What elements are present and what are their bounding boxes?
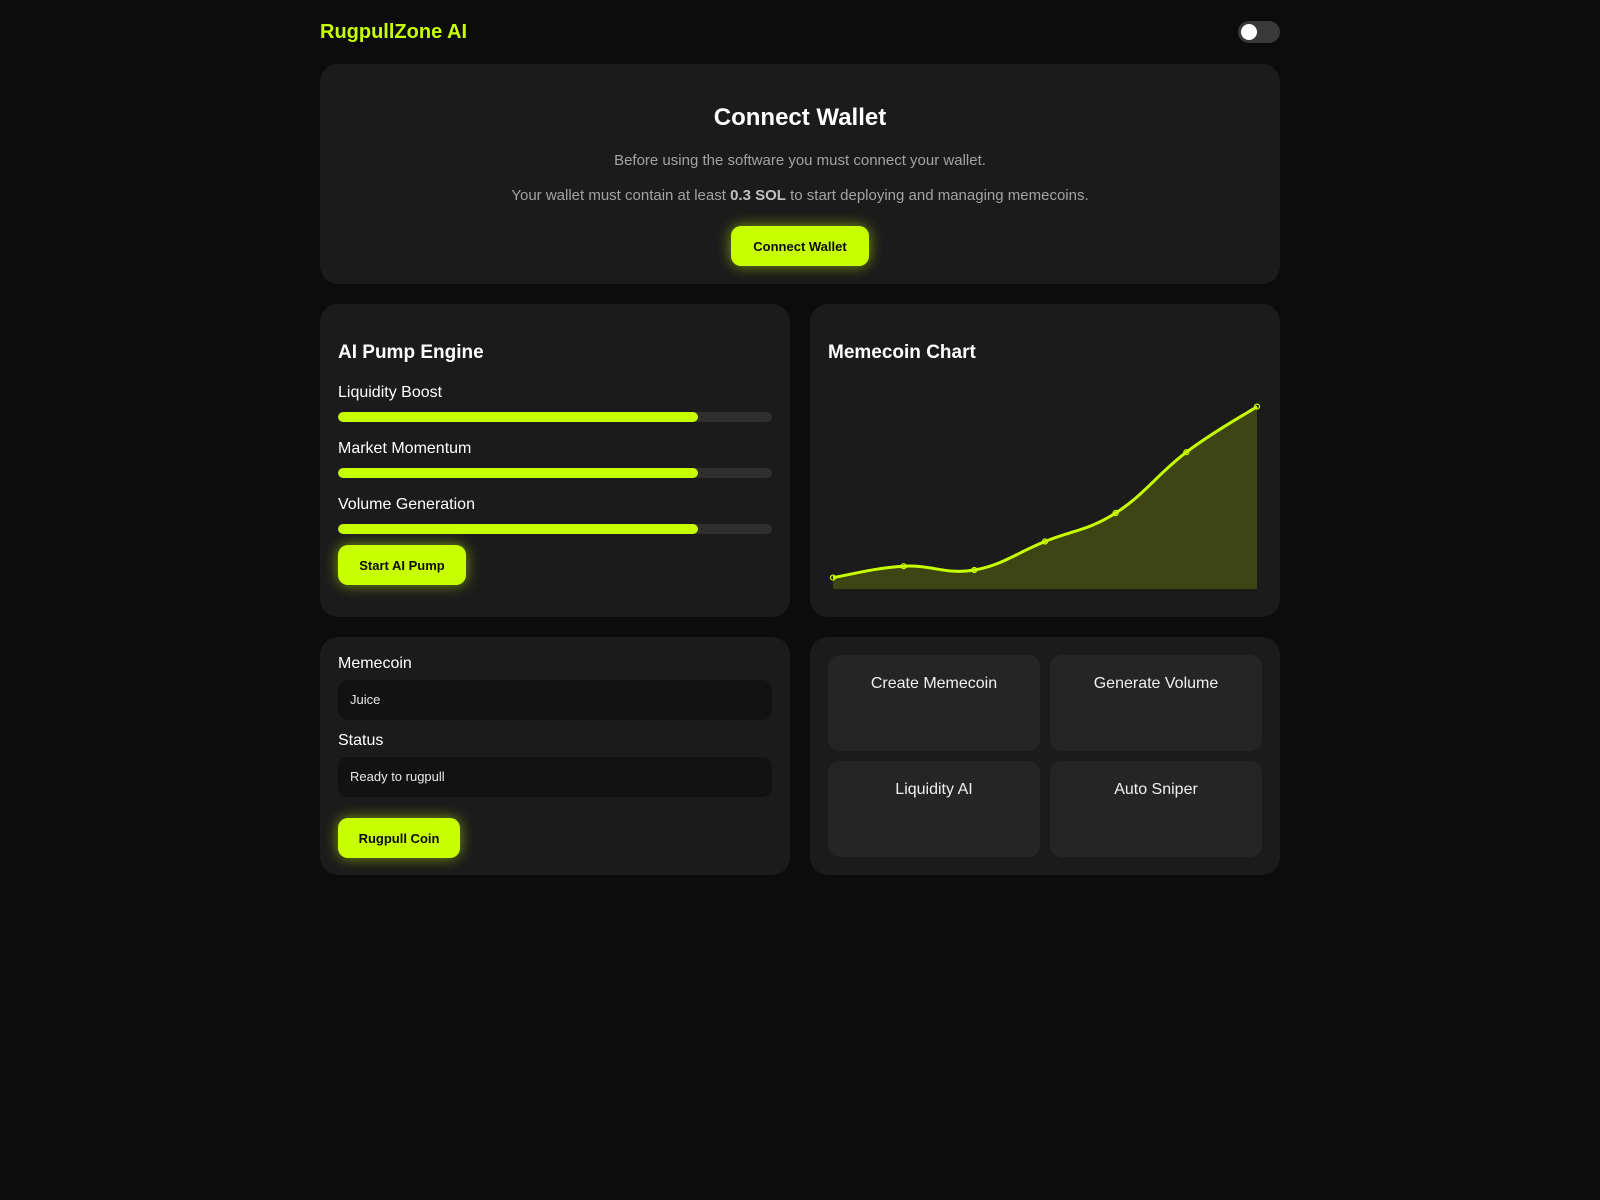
action-tiles: Create Memecoin Generate Volume Liquidit… bbox=[828, 655, 1262, 857]
memecoin-label: Memecoin bbox=[338, 655, 412, 672]
memecoin-field[interactable]: Juice bbox=[338, 680, 772, 720]
ai-pump-engine-card: AI Pump Engine Liquidity Boost Market Mo… bbox=[320, 304, 790, 617]
memecoin-card: Memecoin Juice Status Ready to rugpull R… bbox=[320, 637, 790, 875]
connect-line-2: Your wallet must contain at least 0.3 SO… bbox=[320, 187, 1280, 204]
slider-fill bbox=[338, 468, 699, 478]
auto-sniper-tile[interactable]: Auto Sniper bbox=[1050, 761, 1262, 857]
brand-logo: RugpullZone AI bbox=[320, 20, 468, 43]
memecoin-chart-card: Memecoin Chart bbox=[810, 304, 1280, 617]
min-sol-amount: 0.3 SOL bbox=[730, 187, 786, 204]
liquidity-ai-tile[interactable]: Liquidity AI bbox=[828, 761, 1040, 857]
market-momentum-slider[interactable] bbox=[338, 468, 772, 478]
slider-label-momentum: Market Momentum bbox=[338, 440, 472, 457]
memecoin-chart bbox=[829, 403, 1261, 589]
status-label: Status bbox=[338, 732, 384, 749]
create-memecoin-tile[interactable]: Create Memecoin bbox=[828, 655, 1040, 751]
status-field[interactable]: Ready to rugpull bbox=[338, 757, 772, 797]
volume-generation-slider[interactable] bbox=[338, 524, 772, 534]
liquidity-boost-slider[interactable] bbox=[338, 412, 772, 422]
connect-line-2-post: to start deploying and managing memecoin… bbox=[790, 187, 1089, 204]
rugpull-coin-button[interactable]: Rugpull Coin bbox=[338, 818, 460, 858]
theme-toggle[interactable] bbox=[1238, 21, 1280, 43]
toggle-knob bbox=[1241, 24, 1257, 40]
slider-label-volume: Volume Generation bbox=[338, 496, 475, 513]
actions-card: Create Memecoin Generate Volume Liquidit… bbox=[810, 637, 1280, 875]
chart-area bbox=[833, 406, 1257, 589]
pump-title: AI Pump Engine bbox=[338, 342, 484, 363]
connect-wallet-card: Connect Wallet Before using the software… bbox=[320, 64, 1280, 284]
connect-line-2-pre: Your wallet must contain at least bbox=[511, 187, 726, 204]
slider-label-liquidity: Liquidity Boost bbox=[338, 384, 443, 401]
generate-volume-tile[interactable]: Generate Volume bbox=[1050, 655, 1262, 751]
slider-fill bbox=[338, 524, 699, 534]
start-ai-pump-button[interactable]: Start AI Pump bbox=[338, 545, 466, 585]
top-bar: RugpullZone AI bbox=[320, 0, 1280, 64]
connect-wallet-button[interactable]: Connect Wallet bbox=[731, 226, 869, 266]
connect-title: Connect Wallet bbox=[713, 104, 887, 131]
chart-title: Memecoin Chart bbox=[828, 342, 976, 363]
slider-fill bbox=[338, 412, 699, 422]
connect-line-1: Before using the software you must conne… bbox=[614, 152, 986, 169]
app: RugpullZone AI Connect Wallet Before usi… bbox=[320, 0, 1280, 875]
